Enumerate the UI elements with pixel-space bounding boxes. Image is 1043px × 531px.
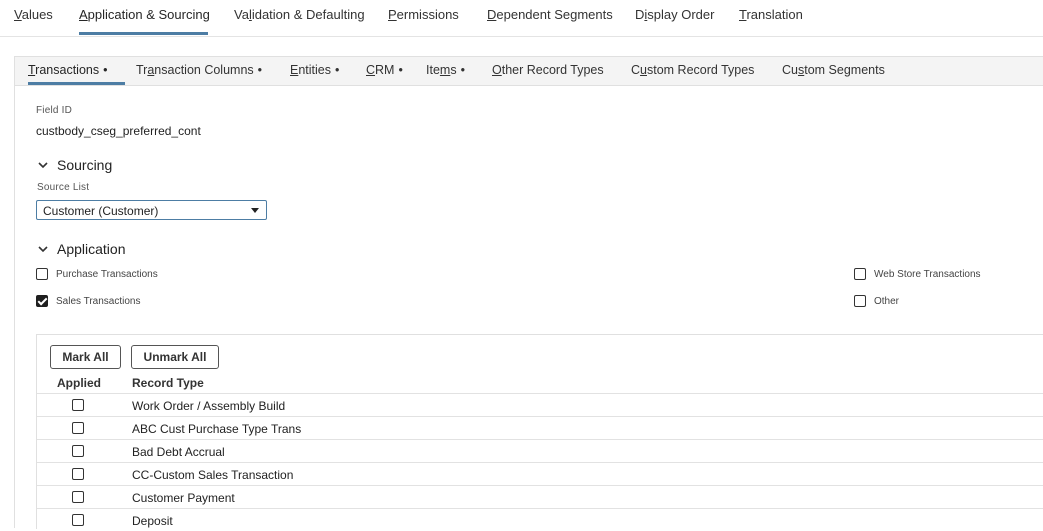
sub-tab-bar: Transactions • Transaction Columns • Entit… <box>15 57 1043 86</box>
active-tab-indicator <box>79 32 208 35</box>
subtab-dot: • <box>335 63 340 77</box>
subtab-transaction-columns[interactable]: Transaction Columns • <box>136 63 262 77</box>
applied-checkbox[interactable] <box>72 445 84 457</box>
application-subpanel: Transactions • Transaction Columns • Entit… <box>14 56 1043 529</box>
other-label: Other <box>874 295 900 307</box>
subtab-label: Other Record Types <box>492 63 604 77</box>
subtab-crm[interactable]: CRM • <box>366 63 403 77</box>
record-type-rows: Work Order / Assembly Build ABC Cust Purc… <box>37 393 1043 531</box>
record-type-label: Bad Debt Accrual <box>132 445 225 459</box>
subtab-label: Items <box>426 63 457 77</box>
subtab-items[interactable]: Items • <box>426 63 465 77</box>
tab-dependent-segments[interactable]: Dependent Segments <box>487 7 613 22</box>
record-type-label: ABC Cust Purchase Type Trans <box>132 422 302 436</box>
top-tab-bar: Values Application & Sourcing Validation… <box>0 0 1043 37</box>
web-store-transactions-label: Web Store Transactions <box>874 268 981 280</box>
subtab-other-record-types[interactable]: Other Record Types <box>492 63 604 77</box>
table-row: ABC Cust Purchase Type Trans <box>37 416 1043 439</box>
applied-column-header: Applied <box>57 376 101 390</box>
subtab-label: Custom Record Types <box>631 63 755 77</box>
source-list-select[interactable]: Customer (Customer) <box>36 200 267 220</box>
record-type-label: Deposit <box>132 514 173 528</box>
tab-display-order[interactable]: Display Order <box>635 7 714 22</box>
subtab-dot: • <box>257 63 263 77</box>
subtab-dot: • <box>460 63 465 77</box>
subtab-dot: • <box>103 63 108 77</box>
record-type-label: CC-Custom Sales Transaction <box>132 468 294 482</box>
subtab-entities[interactable]: Entities • <box>290 63 339 77</box>
subtab-custom-segments[interactable]: Custom Segments <box>782 63 885 77</box>
applied-checkbox[interactable] <box>72 514 84 526</box>
tab-permissions[interactable]: Permissions <box>388 7 459 22</box>
table-row: Customer Payment <box>37 485 1043 508</box>
web-store-transactions-option: Web Store Transactions <box>854 268 981 280</box>
web-store-transactions-checkbox[interactable] <box>854 268 866 280</box>
sales-transactions-option: Sales Transactions <box>36 295 141 307</box>
table-row: CC-Custom Sales Transaction <box>37 462 1043 485</box>
source-list-value: Customer (Customer) <box>43 204 159 218</box>
sourcing-title: Sourcing <box>57 157 113 173</box>
applied-checkbox[interactable] <box>72 491 84 503</box>
other-option: Other <box>854 295 899 307</box>
record-type-label: Customer Payment <box>132 491 235 505</box>
subtab-label: CRM <box>366 63 395 77</box>
field-id-value: custbody_cseg_preferred_cont <box>36 124 201 138</box>
mark-all-button[interactable]: Mark All <box>50 345 121 369</box>
subtab-transactions[interactable]: Transactions • <box>28 63 108 77</box>
purchase-transactions-label: Purchase Transactions <box>56 268 158 280</box>
tab-values[interactable]: Values <box>14 7 53 22</box>
tab-validation-defaulting[interactable]: Validation & Defaulting <box>234 7 365 22</box>
subtab-label: Entities <box>290 63 331 77</box>
table-row: Work Order / Assembly Build <box>37 393 1043 416</box>
tab-application-sourcing[interactable]: Application & Sourcing <box>79 7 210 22</box>
purchase-transactions-option: Purchase Transactions <box>36 268 158 280</box>
application-title: Application <box>57 241 126 257</box>
tab-translation[interactable]: Translation <box>739 7 803 22</box>
record-type-table: Mark All Unmark All Applied Record Type … <box>36 334 1043 529</box>
subtab-custom-record-types[interactable]: Custom Record Types <box>631 63 754 77</box>
sourcing-section-toggle[interactable]: Sourcing <box>38 157 112 173</box>
applied-checkbox[interactable] <box>72 468 84 480</box>
record-type-label: Work Order / Assembly Build <box>132 399 286 413</box>
field-id-label: Field ID <box>36 105 73 116</box>
chevron-down-icon <box>38 245 48 252</box>
table-row: Deposit <box>37 508 1043 531</box>
chevron-down-icon <box>38 161 48 168</box>
subtab-label: Transactions <box>28 63 100 77</box>
purchase-transactions-checkbox[interactable] <box>36 268 48 280</box>
sales-transactions-label: Sales Transactions <box>56 295 141 307</box>
table-row: Bad Debt Accrual <box>37 439 1043 462</box>
subtab-dot: • <box>398 63 403 77</box>
subtab-label: Custom Segments <box>782 63 885 77</box>
other-checkbox[interactable] <box>854 295 866 307</box>
source-list-label: Source List <box>37 182 90 193</box>
application-section-toggle[interactable]: Application <box>38 241 126 257</box>
applied-checkbox[interactable] <box>72 422 84 434</box>
unmark-all-button[interactable]: Unmark All <box>131 345 219 369</box>
subtab-label: Transaction Columns <box>136 63 254 77</box>
caret-down-icon <box>251 208 259 213</box>
sales-transactions-checkbox[interactable] <box>36 295 48 307</box>
active-subtab-indicator <box>28 82 125 85</box>
applied-checkbox[interactable] <box>72 399 84 411</box>
record-type-column-header: Record Type <box>132 376 204 390</box>
